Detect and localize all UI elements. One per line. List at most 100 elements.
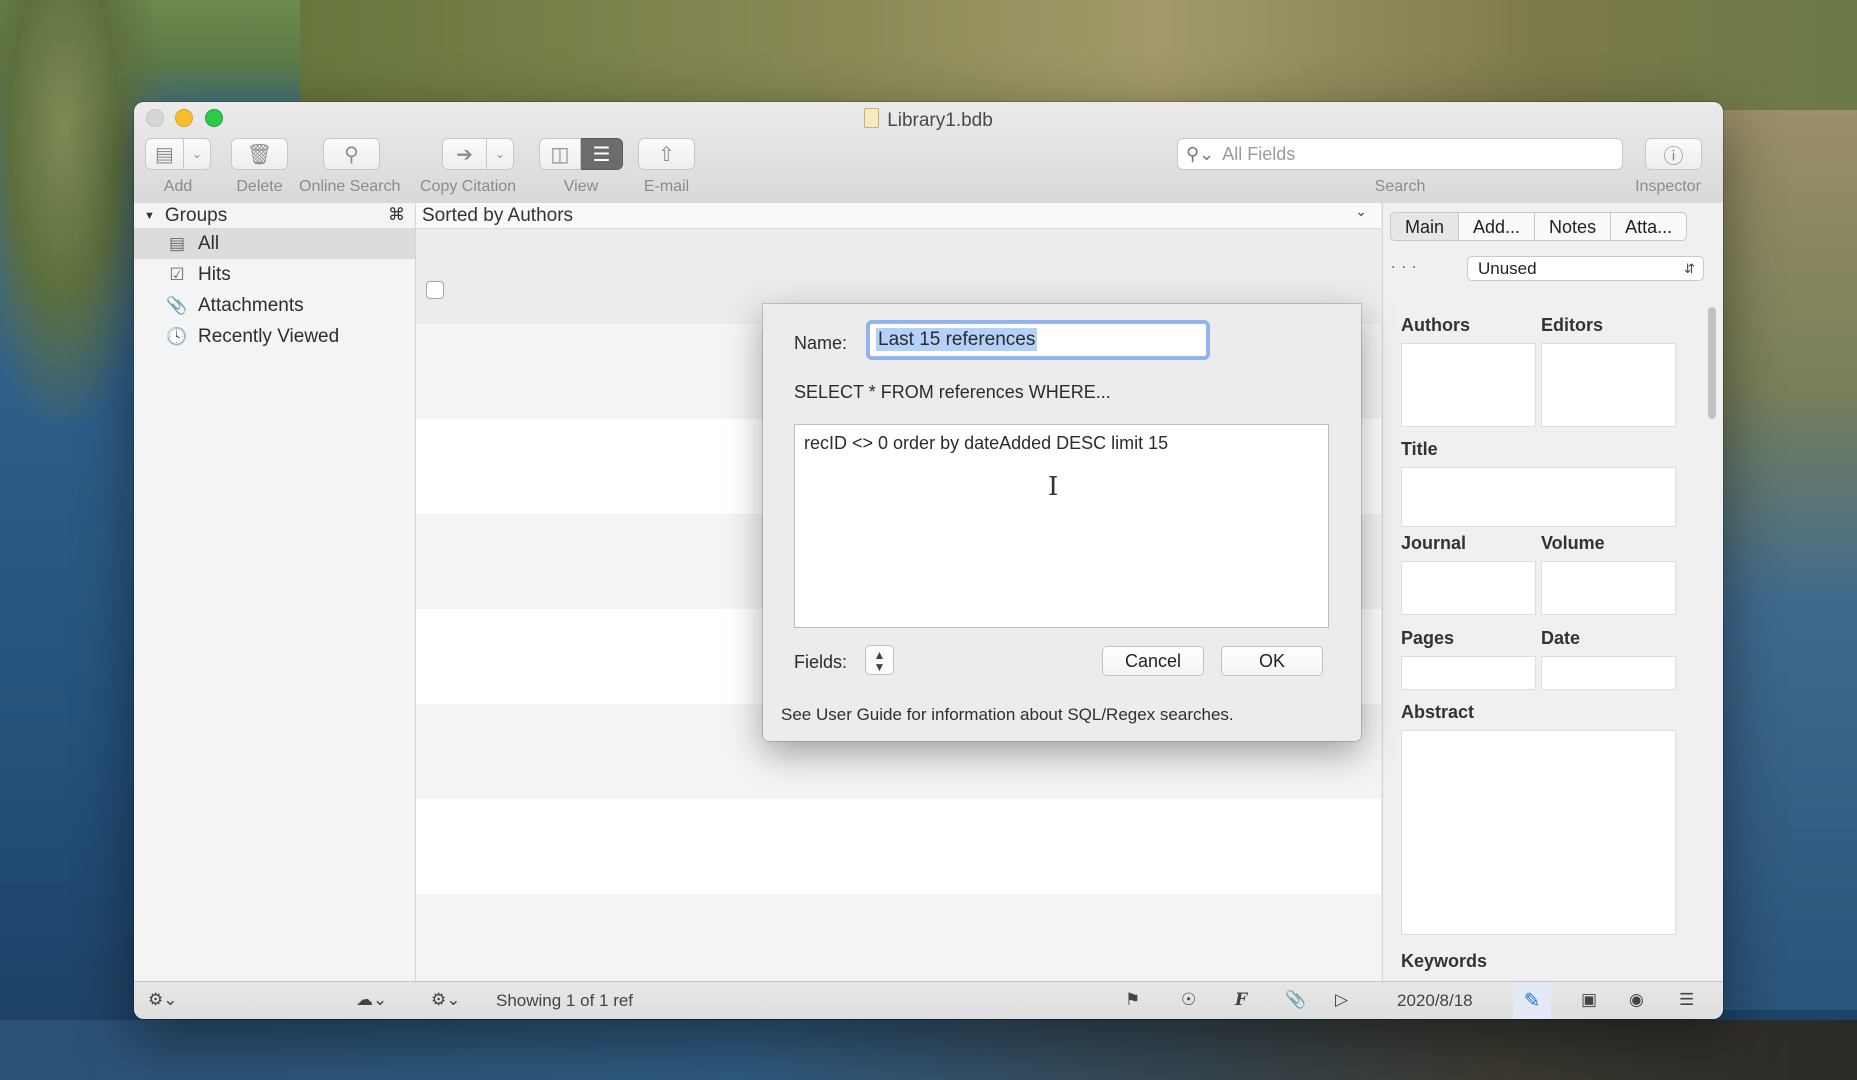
play-icon[interactable]: ▷	[1335, 990, 1348, 1010]
note-icon[interactable]: ▣	[1581, 990, 1597, 1010]
list-icon[interactable]: ☰	[1679, 990, 1694, 1010]
command-icon: ⌘	[388, 205, 405, 224]
add-button[interactable]: ▤ ⌄ Add	[145, 138, 211, 196]
search-placeholder: All Fields	[1222, 143, 1296, 164]
inspector-tabs: Main Add... Notes Atta...	[1390, 212, 1688, 241]
cloud-icon[interactable]: ☁⌄	[356, 990, 387, 1010]
inspector-label: Inspector	[1635, 178, 1701, 195]
volume-label: Volume	[1541, 533, 1605, 553]
name-input-value: Last 15 references	[876, 328, 1038, 351]
add-reference-icon[interactable]: ▤	[145, 138, 184, 170]
sidebar-item-hits[interactable]: ☑ Hits	[134, 259, 415, 290]
search-icon: ⚲⌄	[1186, 143, 1215, 164]
search-label: Search	[1374, 178, 1426, 195]
chevron-down-icon[interactable]: ⌄	[184, 138, 211, 170]
authors-field[interactable]	[1401, 343, 1536, 427]
export-icon[interactable]: ➔	[442, 138, 487, 170]
row-checkbox[interactable]	[426, 281, 444, 299]
text-cursor-icon: I	[1048, 472, 1059, 502]
volume-field[interactable]	[1541, 561, 1676, 615]
window-title: Library1.bdb	[134, 108, 1723, 132]
copy-citation-button[interactable]: ➔ ⌄ Copy Citation	[420, 138, 516, 196]
titlebar: Library1.bdb ▤ ⌄ Add 🗑 Delete ⚲ Online S…	[134, 102, 1723, 204]
tab-attachments[interactable]: Atta...	[1611, 212, 1688, 241]
sidebar-item-label: Recently Viewed	[198, 325, 340, 347]
help-note: See User Guide for information about SQL…	[781, 705, 1234, 724]
sql-query-textarea[interactable]: recID <> 0 order by dateAdded DESC limit…	[794, 424, 1329, 628]
journal-label: Journal	[1401, 533, 1467, 553]
sidebar-item-recently-viewed[interactable]: 🕓 Recently Viewed	[134, 321, 415, 352]
view-label: View	[563, 178, 599, 195]
email-button[interactable]: ⇧ E-mail	[638, 138, 695, 196]
desktop-wallpaper-rocks	[0, 1020, 1857, 1080]
paperclip-icon[interactable]: 📎	[1285, 990, 1306, 1010]
sort-header[interactable]: Sorted by Authors ⌄	[416, 203, 1381, 229]
chevron-down-icon[interactable]: ⌄	[1355, 203, 1367, 220]
sidebar-item-all[interactable]: ▤ All	[134, 228, 415, 259]
reference-type-select[interactable]: Unused ⇵	[1467, 256, 1704, 281]
function-icon[interactable]: F	[1235, 990, 1247, 1010]
fields-label: Fields:	[794, 652, 848, 672]
groups-header[interactable]: ▼ Groups ⌘	[134, 203, 415, 228]
view-control[interactable]: ◫ ☰ View	[539, 138, 623, 196]
scrollbar-thumb[interactable]	[1708, 307, 1716, 419]
window-title-text: Library1.bdb	[887, 110, 993, 131]
name-label: Name:	[794, 333, 848, 353]
date-readout: 2020/8/18	[1397, 991, 1473, 1010]
keywords-label: Keywords	[1401, 951, 1488, 971]
search-field[interactable]: ⚲⌄ All Fields	[1177, 138, 1623, 170]
inspector-scrollbar[interactable]	[1706, 303, 1718, 983]
abstract-label: Abstract	[1401, 702, 1475, 722]
name-input[interactable]: Last 15 references	[869, 323, 1207, 357]
sql-query-text: recID <> 0 order by dateAdded DESC limit…	[804, 433, 1169, 453]
paperclip-icon: 📎	[166, 295, 188, 315]
sidebar-item-label: All	[198, 232, 220, 254]
delete-button[interactable]: 🗑 Delete	[231, 138, 288, 196]
share-icon: ⇧	[638, 138, 695, 170]
edit-icon[interactable]: ✎	[1513, 982, 1551, 1019]
sidebar-item-label: Attachments	[198, 294, 304, 316]
chevron-down-icon[interactable]: ⌄	[487, 138, 514, 170]
eye-icon[interactable]: ◉	[1629, 990, 1644, 1010]
add-label: Add	[163, 178, 193, 195]
tag-icon[interactable]: ⚑	[1125, 990, 1140, 1010]
title-field[interactable]	[1401, 467, 1676, 527]
tab-notes[interactable]: Notes	[1535, 212, 1612, 241]
desktop-wallpaper-coast	[1717, 110, 1857, 1010]
sql-select-prefix: SELECT * FROM references WHERE...	[794, 382, 1111, 402]
checkbox-icon: ☑	[169, 264, 185, 284]
abstract-field[interactable]	[1401, 730, 1676, 935]
editors-field[interactable]	[1541, 343, 1676, 427]
inspector-button[interactable]: ⓘ Inspector	[1634, 138, 1702, 196]
compass-icon[interactable]: ☉	[1181, 990, 1196, 1010]
reference-type-value: Unused	[1478, 259, 1537, 278]
more-dots[interactable]: ...	[1391, 255, 1422, 273]
pages-field[interactable]	[1401, 656, 1536, 690]
journal-field[interactable]	[1401, 561, 1536, 615]
app-window: Library1.bdb ▤ ⌄ Add 🗑 Delete ⚲ Online S…	[134, 102, 1723, 1019]
sort-label: Sorted by Authors	[422, 204, 574, 226]
table-row	[416, 799, 1381, 894]
document-icon	[864, 108, 880, 128]
list-view-icon[interactable]: ☰	[581, 138, 623, 170]
tab-additional[interactable]: Add...	[1459, 212, 1536, 241]
fields-popup-button[interactable]: ▲ ▼	[865, 645, 894, 675]
trash-icon: 🗑	[231, 138, 288, 170]
gear-icon[interactable]: ⚙⌄	[148, 990, 177, 1010]
groups-header-label: Groups	[164, 204, 228, 226]
groups-sidebar: ▼ Groups ⌘ ▤ All ☑ Hits 📎 Attachments 🕓 …	[134, 203, 416, 981]
library-icon: ▤	[168, 233, 186, 253]
online-search-button[interactable]: ⚲ Online Search	[299, 138, 400, 196]
tab-main[interactable]: Main	[1390, 212, 1460, 241]
date-field[interactable]	[1541, 656, 1676, 690]
delete-label: Delete	[236, 178, 283, 195]
ok-button[interactable]: OK	[1221, 646, 1323, 676]
table-row	[416, 894, 1381, 989]
authors-label: Authors	[1401, 315, 1470, 335]
sidebar-item-attachments[interactable]: 📎 Attachments	[134, 290, 415, 321]
disclosure-triangle-icon[interactable]: ▼	[144, 210, 155, 222]
online-search-label: Online Search	[299, 178, 401, 195]
cancel-button[interactable]: Cancel	[1102, 646, 1204, 676]
columns-view-icon[interactable]: ◫	[539, 138, 581, 170]
gear-icon[interactable]: ⚙⌄	[431, 990, 460, 1010]
